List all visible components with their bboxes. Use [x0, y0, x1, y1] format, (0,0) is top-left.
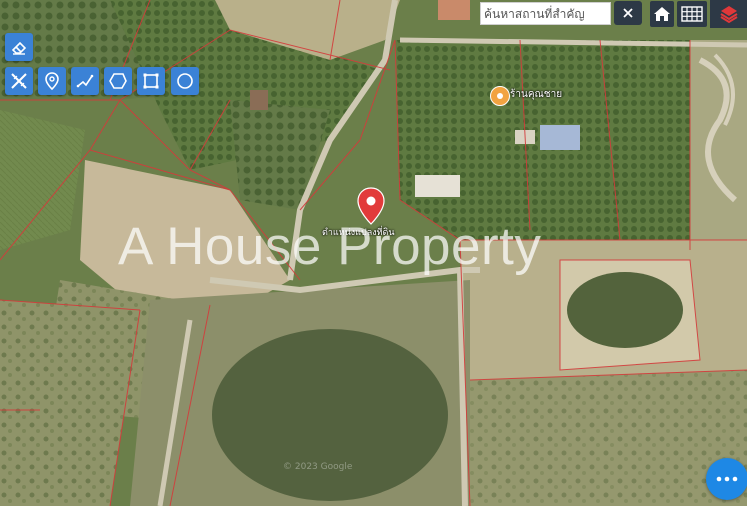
eraser-button[interactable] — [5, 33, 33, 61]
map-view[interactable]: ร้านคุณชาย ตำแหน่งแปลงที่ดิน A House Pro… — [0, 0, 747, 506]
marker-tool-button[interactable] — [38, 67, 66, 95]
line-tool-button[interactable] — [71, 67, 99, 95]
poi-label[interactable]: ร้านคุณชาย — [510, 87, 562, 102]
layers-icon — [719, 6, 738, 24]
home-button[interactable] — [650, 1, 674, 27]
layers-button[interactable] — [710, 0, 747, 28]
home-icon — [654, 7, 670, 21]
circle-tool-button[interactable] — [171, 67, 199, 95]
grid-button[interactable] — [677, 1, 707, 27]
clear-search-button[interactable] — [614, 1, 642, 25]
location-pin-icon — [45, 72, 59, 91]
line-draw-icon — [76, 74, 94, 88]
polygon-tool-button[interactable] — [104, 67, 132, 95]
rectangle-tool-button[interactable] — [137, 67, 165, 95]
grid-icon — [681, 6, 703, 22]
map-copyright: © 2023 Google — [283, 462, 353, 472]
watermark: A House Property — [118, 217, 542, 276]
measure-tool-button[interactable] — [5, 67, 33, 95]
close-icon — [623, 8, 633, 18]
more-options-button[interactable] — [706, 458, 747, 500]
rectangle-icon — [143, 73, 159, 89]
landmark-search-input[interactable] — [480, 2, 611, 25]
restaurant-icon[interactable] — [490, 86, 510, 106]
more-dots-icon — [716, 476, 738, 482]
measure-icon — [11, 73, 27, 89]
circle-icon — [177, 73, 193, 89]
polygon-icon — [109, 73, 127, 89]
eraser-icon — [11, 41, 27, 55]
